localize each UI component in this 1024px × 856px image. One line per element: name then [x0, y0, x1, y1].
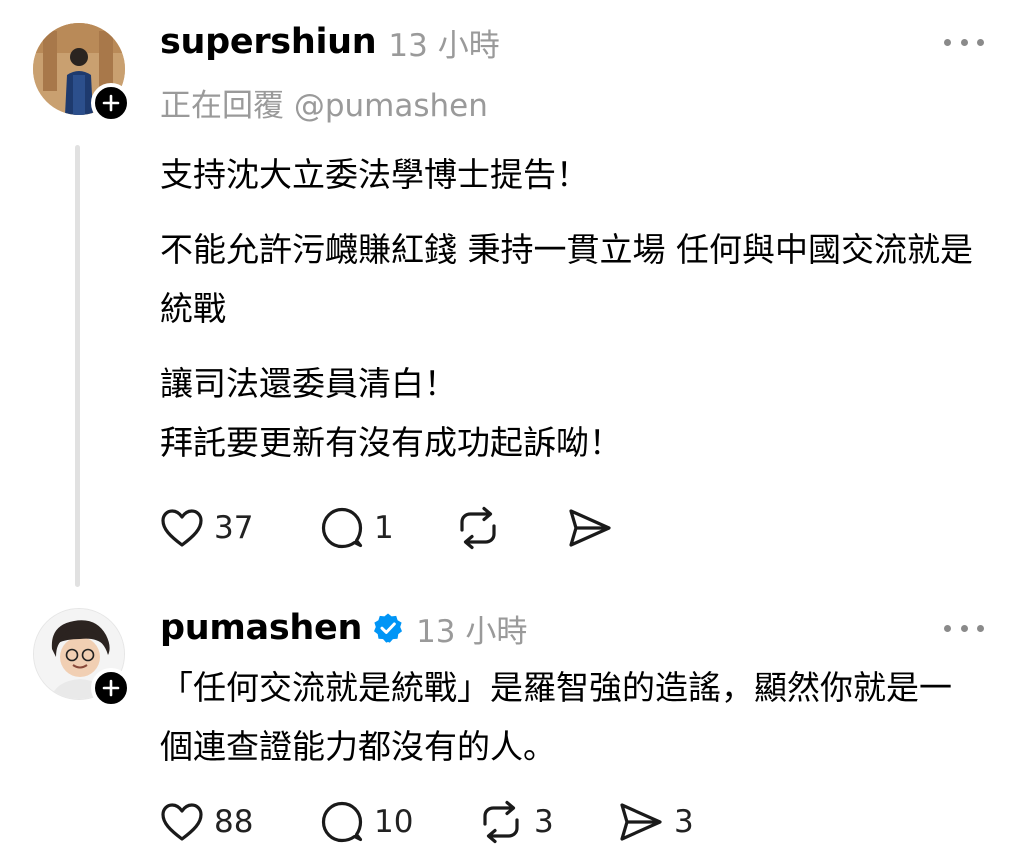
reply-count: 10 — [374, 804, 414, 840]
post-header: pumashen 13 小時 — [160, 604, 527, 652]
thread-post-supershiun: supershiun 13 小時 正在回覆 @pumashen 支持沈大立委法學… — [0, 0, 1024, 590]
like-count: 88 — [214, 804, 254, 840]
follow-plus-icon[interactable] — [91, 668, 131, 708]
follow-plus-icon[interactable] — [91, 83, 131, 123]
thread-connector-line — [75, 145, 80, 587]
share-button[interactable]: 3 — [618, 801, 694, 843]
post-paragraph: 讓司法還委員清白！ 拜託要更新有沒有成功起訴呦！ — [160, 354, 980, 472]
comment-icon — [321, 507, 363, 549]
more-icon[interactable] — [944, 32, 984, 52]
post-paragraph: 「任何交流就是統戰」是羅智強的造謠，顯然你就是一個連查證能力都沒有的人。 — [160, 658, 980, 776]
post-paragraph: 支持沈大立委法學博士提告！ — [160, 145, 980, 204]
thread-post-pumashen: pumashen 13 小時 「任何交流就是統戰」是羅智強的造謠，顯然你就是一個… — [0, 590, 1024, 856]
reply-button[interactable]: 10 — [320, 800, 478, 844]
username-link[interactable]: pumashen — [160, 608, 362, 648]
replying-to-label[interactable]: 正在回覆 @pumashen — [160, 80, 488, 125]
post-body: 支持沈大立委法學博士提告！ 不能允許污衊賺紅錢 秉持一貫立場 任何與中國交流就是… — [160, 145, 980, 472]
more-icon[interactable] — [944, 618, 984, 638]
post-body: 「任何交流就是統戰」是羅智強的造謠，顯然你就是一個連查證能力都沒有的人。 — [160, 658, 980, 776]
like-count: 37 — [214, 510, 254, 546]
heart-icon — [161, 509, 203, 547]
heart-icon — [161, 803, 203, 841]
repost-count: 3 — [534, 804, 554, 840]
send-icon — [569, 509, 611, 547]
reply-count: 1 — [374, 510, 394, 546]
share-button[interactable] — [567, 507, 613, 549]
post-paragraph: 不能允許污衊賺紅錢 秉持一貫立場 任何與中國交流就是統戰 — [160, 220, 980, 338]
post-line: 「任何交流就是統戰」是羅智強的造謠，顯然你就是一個連查證能力都沒有的人。 — [160, 668, 952, 766]
repost-button[interactable]: 3 — [478, 800, 618, 844]
post-line: 支持沈大立委法學博士提告！ — [160, 155, 589, 194]
username-link[interactable]: supershiun — [160, 22, 377, 62]
reply-button[interactable]: 1 — [320, 506, 455, 550]
repost-icon — [460, 506, 496, 550]
comment-icon — [321, 801, 363, 843]
post-header: supershiun 13 小時 — [160, 18, 500, 66]
send-icon — [620, 803, 662, 841]
post-actions: 88 10 3 3 — [160, 794, 694, 850]
post-actions: 37 1 — [160, 500, 613, 556]
post-timestamp[interactable]: 13 小時 — [388, 20, 499, 65]
post-line: 拜託要更新有沒有成功起訴呦！ — [160, 423, 622, 462]
share-count: 3 — [674, 804, 694, 840]
repost-button[interactable] — [455, 506, 567, 550]
post-line: 不能允許污衊賺紅錢 秉持一貫立場 任何與中國交流就是統戰 — [160, 230, 973, 328]
like-button[interactable]: 37 — [160, 508, 320, 548]
repost-icon — [483, 800, 519, 844]
like-button[interactable]: 88 — [160, 802, 320, 842]
post-timestamp[interactable]: 13 小時 — [416, 606, 527, 651]
post-line: 讓司法還委員清白！ — [160, 364, 457, 403]
verified-badge-icon — [372, 612, 404, 644]
